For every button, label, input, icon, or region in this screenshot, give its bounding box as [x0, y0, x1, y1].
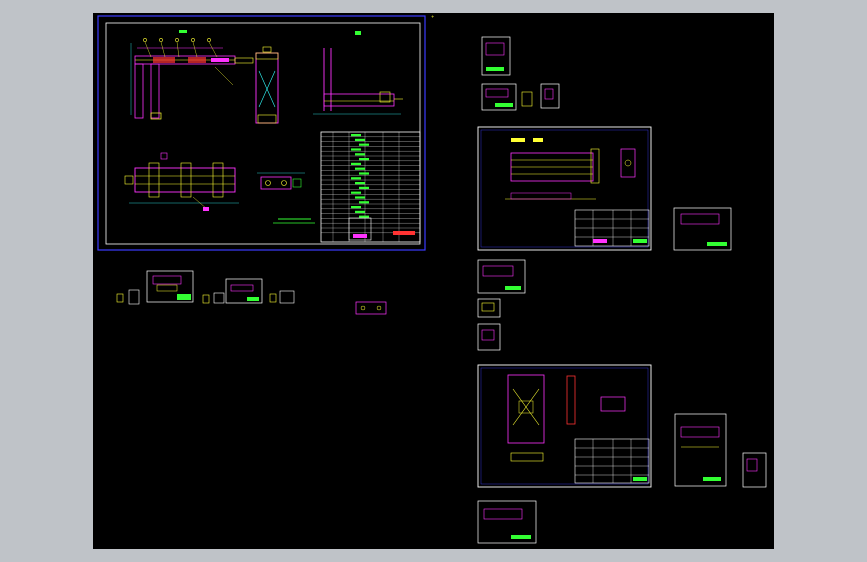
part-sheet-k[interactable]	[742, 452, 767, 488]
part-sheet-h[interactable]	[477, 298, 501, 318]
part-sheet-j[interactable]	[674, 413, 727, 487]
part-sheet-e[interactable]	[540, 83, 560, 109]
bom-entry	[351, 134, 361, 137]
detail-sheet-1-drawing	[505, 138, 636, 200]
model-space-viewport[interactable]: +	[93, 13, 774, 549]
bom-entry	[359, 158, 369, 161]
bom-entry	[355, 138, 365, 141]
bom-entry	[351, 162, 361, 165]
bom-entry	[355, 182, 365, 185]
assembly-side-view	[313, 31, 403, 115]
technical-notes	[273, 218, 315, 224]
bom-entry	[359, 172, 369, 175]
assembly-section-detail	[257, 172, 305, 190]
bom-entry	[355, 167, 365, 170]
bom-entry	[359, 201, 369, 204]
bom-entry	[351, 191, 361, 194]
bom-grid	[321, 132, 420, 242]
assembly-plan-view	[124, 152, 239, 211]
drawing-canvas[interactable]: +	[93, 13, 774, 549]
bom-entry	[355, 196, 365, 199]
assembly-end-view	[255, 46, 279, 124]
right-column-sheets[interactable]	[477, 36, 767, 544]
small-parts-row[interactable]	[116, 270, 387, 315]
assembly-top-view	[130, 30, 254, 120]
detail-sheet-1-table	[574, 209, 650, 247]
detail-sheet-2[interactable]	[477, 364, 652, 488]
bom-entry	[359, 143, 369, 146]
detail-sheet-1[interactable]	[477, 126, 652, 251]
bom-entry	[359, 215, 369, 218]
main-assembly-sheet[interactable]: +	[97, 14, 434, 251]
bom-entry	[351, 177, 361, 180]
part-sheet-i[interactable]	[477, 323, 501, 351]
sheet-border-outer	[97, 15, 426, 251]
bom-entry	[351, 148, 361, 151]
parts-list-table	[320, 131, 421, 243]
bom-entry	[351, 206, 361, 209]
bom-entry	[359, 186, 369, 189]
bom-entry	[355, 210, 365, 213]
cad-application: +	[0, 0, 867, 562]
sheet-marker: +	[431, 14, 434, 19]
bom-entry	[355, 153, 365, 156]
detail-sheet-2-table	[574, 438, 650, 484]
